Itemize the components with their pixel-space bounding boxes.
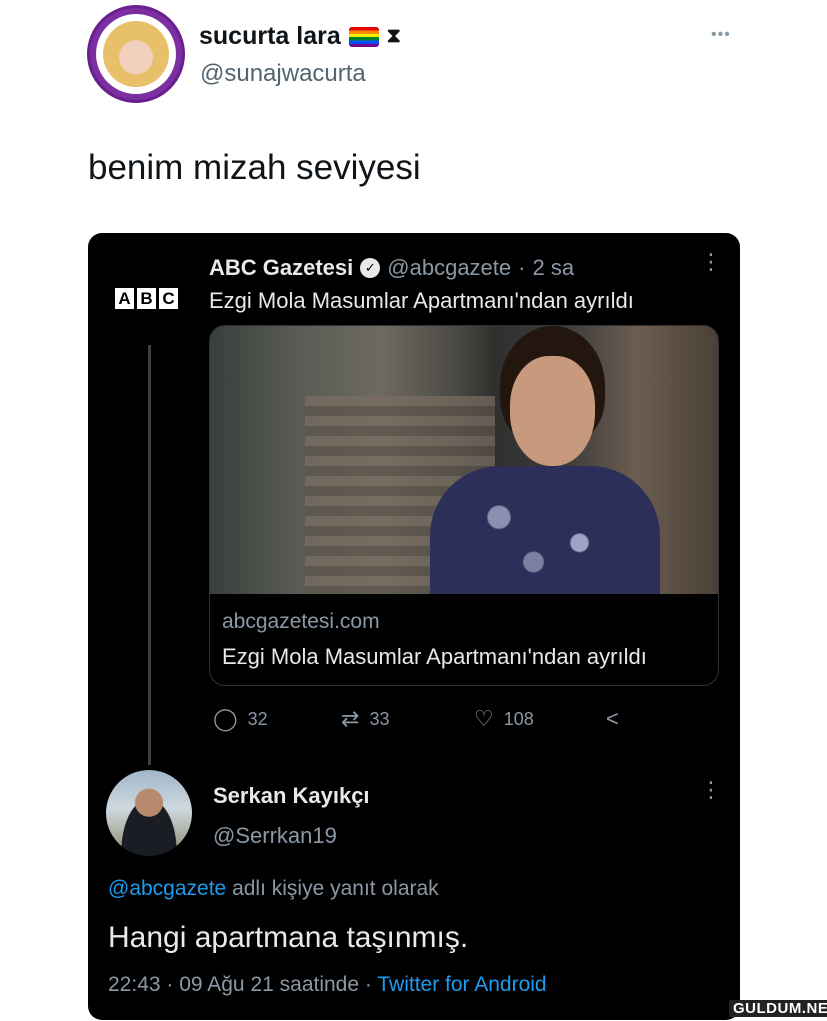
reply-author-avatar[interactable] bbox=[106, 770, 192, 856]
reply-icon: ◯ bbox=[213, 706, 238, 731]
share-icon: < bbox=[606, 706, 619, 731]
logo-letter: A bbox=[115, 288, 134, 309]
display-name[interactable]: sucurta lara bbox=[199, 22, 341, 51]
reply-meta: 22:43 · 09 Ağu 21 saatinde · Twitter for… bbox=[108, 973, 547, 997]
news-author-handle[interactable]: @abcgazete bbox=[387, 255, 511, 281]
replying-to-suffix: adlı kişiye yanıt olarak bbox=[232, 877, 439, 900]
profile-avatar[interactable] bbox=[87, 5, 185, 103]
reply-author-handle[interactable]: @Serrkan19 bbox=[213, 823, 337, 849]
news-author-name[interactable]: ABC Gazetesi bbox=[209, 255, 353, 281]
display-name-row[interactable]: sucurta lara ⧗ bbox=[199, 22, 401, 51]
more-horizontal-icon[interactable]: ••• bbox=[711, 26, 731, 44]
reply-count: 32 bbox=[247, 708, 268, 729]
like-action[interactable]: ♡ 108 bbox=[474, 706, 534, 732]
more-vertical-icon[interactable]: ⋮ bbox=[700, 251, 722, 273]
meta-separator: · bbox=[364, 973, 372, 996]
reply-author-name[interactable]: Serkan Kayıkçı bbox=[213, 783, 370, 809]
link-domain: abcgazetesi.com bbox=[222, 610, 380, 633]
rainbow-flag-icon bbox=[348, 26, 379, 47]
article-photo[interactable] bbox=[210, 326, 718, 594]
photo-person-face bbox=[510, 356, 595, 466]
link-title: Ezgi Mola Masumlar Apartmanı'ndan ayrıld… bbox=[222, 644, 647, 669]
logo-letter: B bbox=[137, 288, 156, 309]
embedded-screenshot: A B C ABC Gazetesi ✓ @abcgazete · 2 sa ⋮… bbox=[88, 233, 740, 1020]
thread-line bbox=[148, 345, 151, 765]
retweet-icon: ⇄ bbox=[341, 706, 360, 731]
avatar-photo bbox=[103, 21, 169, 87]
news-post-time[interactable]: 2 sa bbox=[532, 255, 574, 281]
replying-to-mention[interactable]: @abcgazete bbox=[108, 877, 226, 900]
more-vertical-icon[interactable]: ⋮ bbox=[700, 779, 722, 801]
verified-badge-icon: ✓ bbox=[360, 258, 381, 278]
photo-person-body bbox=[430, 466, 660, 594]
reply-action[interactable]: ◯ 32 bbox=[213, 706, 268, 732]
retweet-action[interactable]: ⇄ 33 bbox=[341, 706, 389, 732]
abc-logo[interactable]: A B C bbox=[115, 288, 178, 309]
tweet-text: benim mizah seviyesi bbox=[88, 148, 421, 187]
link-preview-card[interactable]: abcgazetesi.com Ezgi Mola Masumlar Apart… bbox=[209, 325, 719, 686]
news-post-text: Ezgi Mola Masumlar Apartmanı'ndan ayrıld… bbox=[209, 288, 634, 313]
heart-icon: ♡ bbox=[474, 706, 494, 731]
share-action[interactable]: < bbox=[606, 706, 619, 732]
avatar-ring bbox=[96, 14, 176, 94]
retweet-count: 33 bbox=[369, 708, 390, 729]
like-count: 108 bbox=[503, 708, 534, 729]
replying-to-line: @abcgazete adlı kişiye yanıt olarak bbox=[108, 877, 439, 901]
hourglass-icon: ⧗ bbox=[386, 25, 401, 47]
meta-separator: · bbox=[518, 255, 526, 280]
reply-timestamp[interactable]: 22:43 · 09 Ağu 21 saatinde bbox=[108, 973, 359, 996]
user-handle[interactable]: @sunajwacurta bbox=[200, 60, 366, 88]
news-post-header[interactable]: ABC Gazetesi ✓ @abcgazete · 2 sa bbox=[209, 255, 574, 281]
watermark: GULDUM.NET bbox=[729, 1000, 827, 1017]
reply-source[interactable]: Twitter for Android bbox=[377, 973, 546, 996]
reply-text: Hangi apartmana taşınmış. bbox=[108, 921, 469, 954]
logo-letter: C bbox=[159, 288, 178, 309]
